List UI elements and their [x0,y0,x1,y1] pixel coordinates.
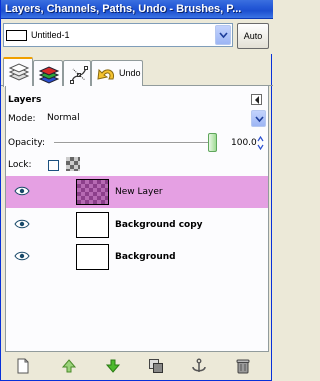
undo-icon [97,68,115,80]
layers-dialog-window: Layers, Channels, Paths, Undo - Brushes,… [0,0,273,381]
mode-select[interactable]: Normal [44,110,266,127]
tab-paths[interactable] [63,60,91,86]
layer-row[interactable]: Background copy [6,209,268,241]
mode-value: Normal [47,113,80,123]
layers-icon [8,63,30,81]
window-title: Layers, Channels, Paths, Undo - Brushes,… [5,3,242,15]
image-selector-row: Untitled-1 Auto [1,19,273,54]
layer-list: New Layer Background copy Background [6,176,268,350]
dock-tabs: Undo [1,54,273,87]
layer-name: Background copy [115,220,203,230]
opacity-slider[interactable] [54,142,212,144]
anchor-layer-icon[interactable] [191,358,207,374]
title-bar[interactable]: Layers, Channels, Paths, Undo - Brushes,… [1,0,273,19]
lock-label: Lock: [8,160,32,170]
eye-icon[interactable] [14,251,30,261]
panel-menu-button[interactable] [251,94,262,105]
delete-layer-icon[interactable] [235,358,251,374]
layer-name: Background [115,252,176,262]
image-thumbnail [6,30,27,41]
tab-channels[interactable] [33,60,63,86]
eye-icon[interactable] [14,186,30,196]
layer-row[interactable]: New Layer [6,176,268,208]
eye-icon[interactable] [14,219,30,229]
tab-layers[interactable] [3,57,33,87]
image-selector-value: Untitled-1 [31,30,70,40]
layer-thumbnail [76,244,109,270]
lower-layer-icon[interactable] [105,358,121,374]
opacity-label: Opacity: [8,138,45,148]
opacity-value[interactable]: 100.0 [231,138,257,148]
lock-pixels-checkbox[interactable] [48,160,59,171]
chevron-left-icon [255,96,259,104]
layer-thumbnail [76,179,109,205]
new-layer-icon[interactable] [15,358,31,374]
tab-undo[interactable]: Undo [91,60,143,86]
paths-icon [70,66,88,84]
auto-button[interactable]: Auto [237,23,269,49]
opacity-slider-thumb[interactable] [208,133,217,152]
channels-icon [38,66,60,84]
layer-toolbar [1,352,273,381]
tab-undo-label: Undo [119,68,141,78]
duplicate-layer-icon[interactable] [148,358,164,374]
dropdown-button[interactable] [215,25,231,45]
spin-arrows-icon[interactable] [257,136,264,150]
raise-layer-icon[interactable] [61,358,77,374]
panel-title: Layers [8,95,42,105]
mode-label: Mode: [8,114,36,124]
chevron-down-icon [255,116,264,123]
layers-panel: Layers Mode: Normal Opacity: 100.0 Lock: [5,86,269,352]
mode-dropdown-button[interactable] [251,110,266,127]
chevron-down-icon [219,32,228,39]
image-selector-dropdown[interactable]: Untitled-1 [3,23,233,47]
layer-thumbnail [76,212,109,238]
lock-alpha-icon[interactable] [66,157,80,171]
layer-row[interactable]: Background [6,241,268,273]
layer-name: New Layer [115,187,163,197]
